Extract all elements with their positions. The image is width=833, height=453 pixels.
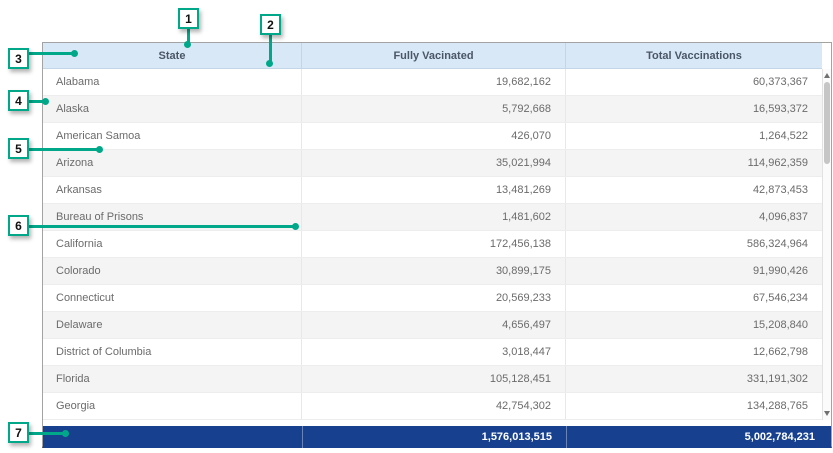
- table-body: Alabama 19,682,162 60,373,367 Alaska 5,7…: [43, 69, 822, 420]
- cell-state: Delaware: [43, 312, 302, 338]
- cell-state: Alaska: [43, 96, 302, 122]
- callout-7-line: [29, 432, 65, 435]
- cell-fully-vaccinated: 20,569,233: [302, 285, 566, 311]
- table-row[interactable]: Arizona 35,021,994 114,962,359: [43, 150, 822, 177]
- cell-fully-vaccinated: 42,754,302: [302, 393, 566, 419]
- attribute-table: State Fully Vacinated Total Vaccinations…: [42, 42, 832, 448]
- cell-state: American Samoa: [43, 123, 302, 149]
- cell-total-vaccinations: 331,191,302: [566, 366, 822, 392]
- cell-state: Arkansas: [43, 177, 302, 203]
- callout-3-dot: [71, 50, 78, 57]
- cell-total-vaccinations: 60,373,367: [566, 69, 822, 95]
- callout-5: 5: [8, 138, 29, 159]
- cell-fully-vaccinated: 172,456,138: [302, 231, 566, 257]
- table-header-row: State Fully Vacinated Total Vaccinations: [43, 43, 822, 69]
- cell-state: Georgia: [43, 393, 302, 419]
- column-header-state[interactable]: State: [43, 43, 302, 68]
- table-row[interactable]: Colorado 30,899,175 91,990,426: [43, 258, 822, 285]
- cell-state: Colorado: [43, 258, 302, 284]
- scroll-up-arrow-icon[interactable]: [824, 73, 830, 78]
- callout-3: 3: [8, 48, 29, 69]
- cell-fully-vaccinated: 30,899,175: [302, 258, 566, 284]
- callout-7-dot: [62, 430, 69, 437]
- table-row[interactable]: Florida 105,128,451 331,191,302: [43, 366, 822, 393]
- callout-1-dot: [184, 41, 191, 48]
- cell-total-vaccinations: 114,962,359: [566, 150, 822, 176]
- cell-fully-vaccinated: 19,682,162: [302, 69, 566, 95]
- cell-total-vaccinations: 1,264,522: [566, 123, 822, 149]
- cell-state: District of Columbia: [43, 339, 302, 365]
- cell-fully-vaccinated: 35,021,994: [302, 150, 566, 176]
- callout-5-line: [29, 148, 99, 151]
- callout-4: 4: [8, 90, 29, 111]
- cell-total-vaccinations: 134,288,765: [566, 393, 822, 419]
- cell-total-vaccinations: 16,593,372: [566, 96, 822, 122]
- cell-fully-vaccinated: 13,481,269: [302, 177, 566, 203]
- callout-3-line: [29, 52, 74, 55]
- callout-4-dot: [42, 98, 49, 105]
- callout-5-dot: [96, 146, 103, 153]
- cell-total-vaccinations: 91,990,426: [566, 258, 822, 284]
- summary-row: 1,576,013,515 5,002,784,231: [43, 426, 831, 448]
- summary-cell-state: [43, 426, 302, 448]
- callout-2-line: [269, 35, 272, 63]
- cell-total-vaccinations: 42,873,453: [566, 177, 822, 203]
- cell-state: Connecticut: [43, 285, 302, 311]
- vertical-scrollbar[interactable]: [822, 69, 831, 420]
- cell-state: Alabama: [43, 69, 302, 95]
- column-header-fully-vaccinated[interactable]: Fully Vacinated: [302, 43, 566, 68]
- cell-fully-vaccinated: 426,070: [302, 123, 566, 149]
- callout-1: 1: [178, 8, 199, 29]
- table-row[interactable]: California 172,456,138 586,324,964: [43, 231, 822, 258]
- cell-state: California: [43, 231, 302, 257]
- cell-fully-vaccinated: 5,792,668: [302, 96, 566, 122]
- cell-fully-vaccinated: 3,018,447: [302, 339, 566, 365]
- callout-6-dot: [292, 223, 299, 230]
- cell-fully-vaccinated: 105,128,451: [302, 366, 566, 392]
- summary-cell-fully-vaccinated: 1,576,013,515: [302, 426, 566, 448]
- callout-2: 2: [260, 14, 281, 35]
- cell-total-vaccinations: 12,662,798: [566, 339, 822, 365]
- cell-total-vaccinations: 4,096,837: [566, 204, 822, 230]
- callout-6: 6: [8, 215, 29, 236]
- callout-2-dot: [266, 60, 273, 67]
- summary-cell-total-vaccinations: 5,002,784,231: [566, 426, 831, 448]
- page: State Fully Vacinated Total Vaccinations…: [0, 0, 833, 453]
- cell-total-vaccinations: 15,208,840: [566, 312, 822, 338]
- callout-6-line: [29, 225, 295, 228]
- scroll-down-arrow-icon[interactable]: [824, 411, 830, 416]
- callout-7: 7: [8, 422, 29, 443]
- scrollbar-thumb[interactable]: [824, 82, 830, 164]
- cell-fully-vaccinated: 1,481,602: [302, 204, 566, 230]
- cell-fully-vaccinated: 4,656,497: [302, 312, 566, 338]
- cell-total-vaccinations: 586,324,964: [566, 231, 822, 257]
- table-row[interactable]: Alabama 19,682,162 60,373,367: [43, 69, 822, 96]
- table-row[interactable]: Connecticut 20,569,233 67,546,234: [43, 285, 822, 312]
- table-row[interactable]: American Samoa 426,070 1,264,522: [43, 123, 822, 150]
- table-row[interactable]: Alaska 5,792,668 16,593,372: [43, 96, 822, 123]
- cell-state: Florida: [43, 366, 302, 392]
- table-row[interactable]: District of Columbia 3,018,447 12,662,79…: [43, 339, 822, 366]
- table-row[interactable]: Arkansas 13,481,269 42,873,453: [43, 177, 822, 204]
- cell-total-vaccinations: 67,546,234: [566, 285, 822, 311]
- table-row[interactable]: Georgia 42,754,302 134,288,765: [43, 393, 822, 420]
- table-row[interactable]: Delaware 4,656,497 15,208,840: [43, 312, 822, 339]
- column-header-total-vaccinations[interactable]: Total Vaccinations: [566, 43, 822, 68]
- cell-state: Arizona: [43, 150, 302, 176]
